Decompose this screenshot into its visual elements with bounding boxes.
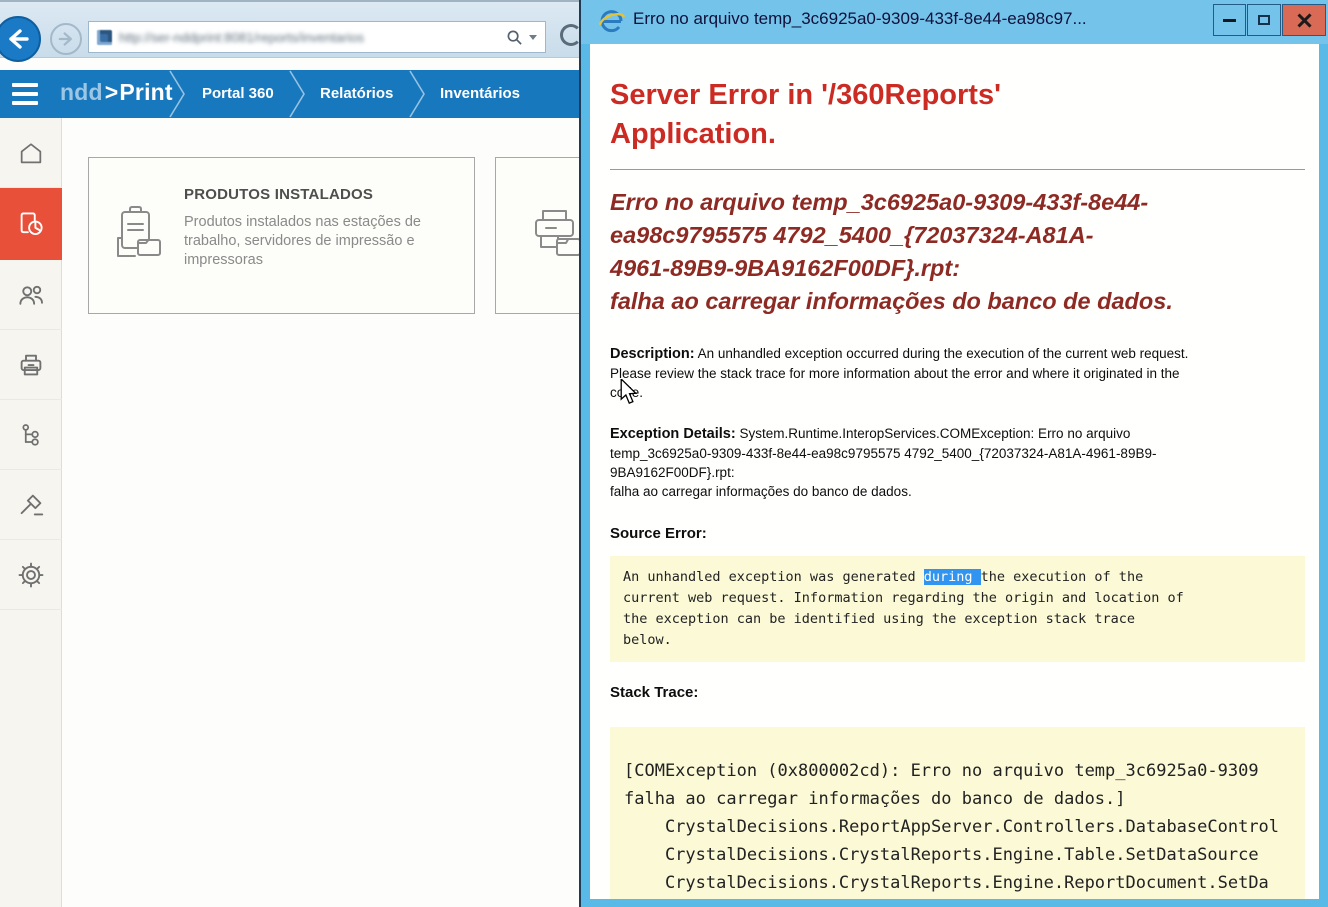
breadcrumb-relatorios[interactable]: Relatórios <box>320 85 393 102</box>
server-error-heading: Server Error in '/360Reports' Applicatio… <box>610 76 1305 154</box>
users-icon <box>16 280 46 310</box>
close-icon <box>1297 13 1312 28</box>
menu-button[interactable] <box>12 83 38 105</box>
close-button[interactable] <box>1282 4 1326 36</box>
error-message-heading: Erro no arquivo temp_3c6925a0-9309-433f-… <box>610 186 1305 318</box>
printer-icon <box>16 350 46 380</box>
stack-trace-line: CrystalDecisions.CrystalReports.Engine.R… <box>624 869 1291 897</box>
logo-print: Print <box>119 79 172 105</box>
forward-arrow-icon <box>57 30 75 48</box>
exception-details-paragraph: Exception Details: System.Runtime.Intero… <box>610 424 1305 501</box>
stack-trace-line: [COMException (0x800002cd): Erro no arqu… <box>624 757 1291 785</box>
stack-trace-line: CrystalDecisions.CrystalReports.Engine.T… <box>624 841 1291 869</box>
gear-icon <box>16 560 46 590</box>
home-icon <box>17 139 45 167</box>
ndd-print-logo: ndd>Print <box>60 79 173 106</box>
breadcrumb-chevron-icon <box>168 70 192 118</box>
site-favicon <box>97 30 112 45</box>
sidebar-item-audit[interactable] <box>0 470 62 540</box>
exception-details-label: Exception Details: <box>610 426 736 442</box>
internet-explorer-icon <box>598 8 626 36</box>
sidebar-nav <box>0 118 62 907</box>
sidebar-item-workflow[interactable] <box>0 400 62 470</box>
printer-folder-icon <box>526 206 586 266</box>
source-error-box: An unhandled exception was generated dur… <box>610 556 1305 662</box>
sidebar-item-users[interactable] <box>0 260 62 330</box>
breadcrumb-chevron-icon <box>288 70 312 118</box>
card-description: Produtos instalados nas estações de trab… <box>184 213 459 270</box>
screen: http://ser-nddprint:8081/reports/inventa… <box>0 0 1328 907</box>
url-text: http://ser-nddprint:8081/reports/inventa… <box>119 30 506 45</box>
gavel-icon <box>16 490 46 520</box>
popup-title: Erro no arquivo temp_3c6925a0-9309-433f-… <box>633 9 1203 29</box>
source-error-text-before: An unhandled exception was generated <box>623 569 924 585</box>
card-title: PRODUTOS INSTALADOS <box>184 186 373 203</box>
divider <box>610 169 1305 170</box>
description-paragraph: Description: An unhandled exception occu… <box>610 344 1305 402</box>
breadcrumb-portal-360[interactable]: Portal 360 <box>202 85 274 102</box>
forward-button[interactable] <box>50 23 82 55</box>
breadcrumb-inventarios[interactable]: Inventários <box>440 85 520 102</box>
description-label: Description: <box>610 346 695 362</box>
back-arrow-icon <box>5 26 31 52</box>
minimize-icon <box>1223 19 1236 22</box>
address-bar[interactable]: http://ser-nddprint:8081/reports/inventa… <box>88 21 546 53</box>
maximize-button[interactable] <box>1247 4 1281 36</box>
stack-trace-box: [COMException (0x800002cd): Erro no arqu… <box>610 727 1305 899</box>
logo-ndd: ndd <box>60 79 103 105</box>
breadcrumb-chevron-icon <box>408 70 432 118</box>
maximize-icon <box>1258 15 1270 25</box>
back-button[interactable] <box>0 16 41 62</box>
card-produtos-instalados[interactable]: PRODUTOS INSTALADOS Produtos instalados … <box>88 157 475 314</box>
search-icon[interactable] <box>506 29 523 46</box>
stack-trace-line: CrystalDecisions.ReportAppServer.Control… <box>624 813 1291 841</box>
selected-text: during <box>924 569 981 585</box>
refresh-icon[interactable] <box>560 24 582 46</box>
reports-icon <box>16 209 46 239</box>
sidebar-item-home[interactable] <box>0 118 62 188</box>
clipboard-folder-icon <box>113 202 169 268</box>
stack-trace-heading: Stack Trace: <box>610 684 1305 701</box>
sidebar-item-settings[interactable] <box>0 540 62 610</box>
source-error-heading: Source Error: <box>610 525 1305 542</box>
stack-trace-line: falha ao carregar informações do banco d… <box>624 785 1291 813</box>
sidebar-item-reports[interactable] <box>0 188 62 260</box>
mouse-cursor <box>617 379 641 405</box>
logo-arrow: > <box>105 79 119 105</box>
description-text: An unhandled exception occurred during t… <box>610 346 1188 400</box>
minimize-button[interactable] <box>1213 4 1246 36</box>
popup-titlebar[interactable]: Erro no arquivo temp_3c6925a0-9309-433f-… <box>581 0 1328 44</box>
sidebar-item-printers[interactable] <box>0 330 62 400</box>
app-header: ndd>Print Portal 360 Relatórios Inventár… <box>0 70 660 118</box>
search-dropdown-caret[interactable] <box>529 35 537 40</box>
error-page-content: Server Error in '/360Reports' Applicatio… <box>590 44 1319 899</box>
workflow-icon <box>17 421 45 449</box>
error-popup-window: Erro no arquivo temp_3c6925a0-9309-433f-… <box>581 0 1328 907</box>
